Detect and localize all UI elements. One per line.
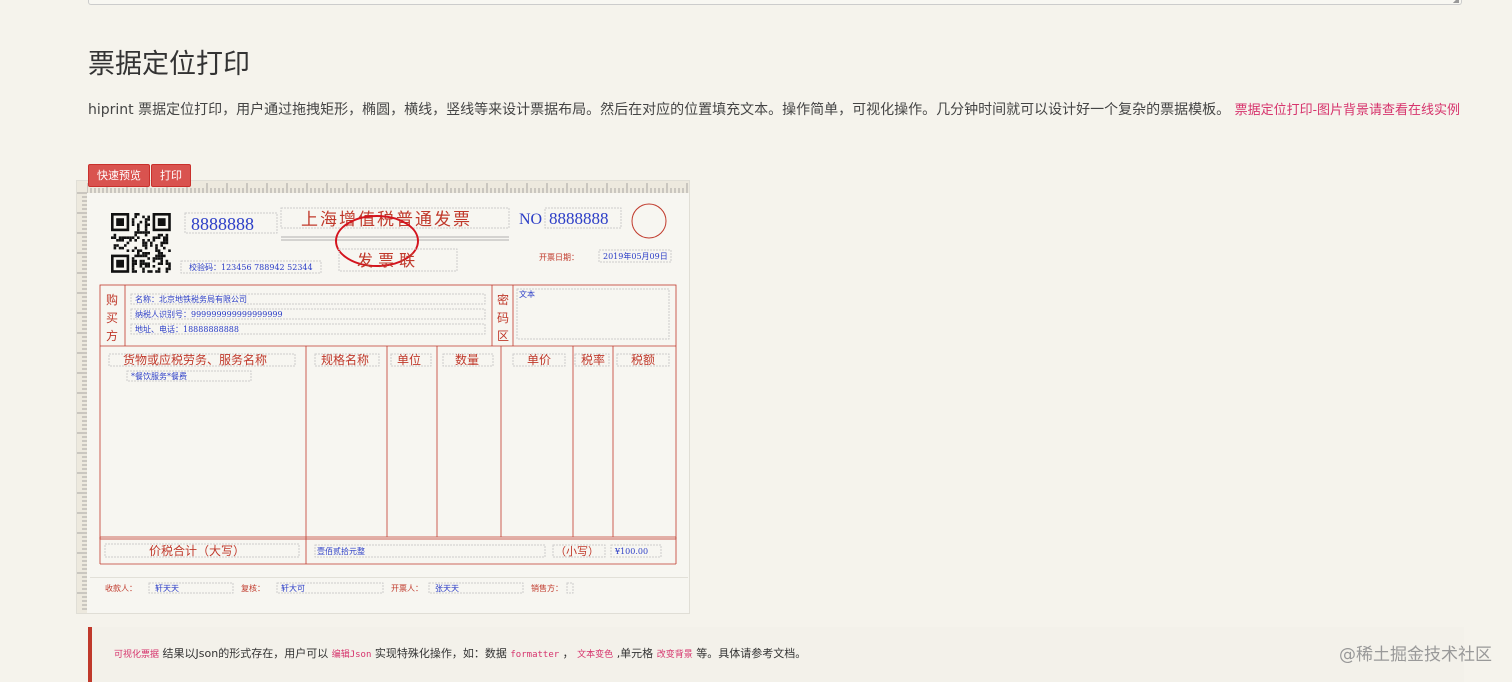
check-code: 校验码：123456 788942 52344	[189, 262, 313, 272]
note-text-3: ，	[562, 647, 574, 660]
design-panel[interactable]: 8888888 上海增值税普通发票 NO 8888888 发 票 联 校验码：1…	[76, 180, 690, 614]
note-tag-formatter: formatter	[510, 650, 560, 660]
issuer-value: 张天天	[435, 584, 459, 593]
buyer-label-2: 买	[106, 311, 118, 325]
note-tag-text-color: 文本变色	[577, 650, 614, 660]
col-unit: 单位	[397, 352, 421, 367]
invoice-no-number: 8888888	[549, 209, 609, 228]
col-rate: 税率	[581, 352, 605, 367]
invoice-no-label: NO	[519, 211, 542, 228]
invoice-frame[interactable]	[99, 284, 677, 540]
cipher-label-2: 码	[497, 311, 509, 325]
note-text: 可视化票据 结果以Json的形式存在，用户可以 编辑Json 实现特殊化操作，如…	[114, 645, 806, 661]
review-label: 复核：	[241, 583, 265, 593]
note-text-2: 实现特殊化操作，如：数据	[374, 647, 507, 660]
col-spec: 规格名称	[321, 352, 369, 367]
note-text-4: ,单元格	[616, 647, 654, 660]
payee-value: 轩天天	[155, 583, 179, 593]
cipher-label-1: 密	[497, 292, 509, 307]
qr-code-icon	[111, 213, 171, 273]
invoice-canvas[interactable]: 8888888 上海增值税普通发票 NO 8888888 发 票 联 校验码：1…	[77, 181, 689, 613]
col-goods: 货物或应税劳务、服务名称	[123, 352, 267, 367]
payee-label: 收款人：	[105, 583, 137, 593]
note-box: 可视化票据 结果以Json的形式存在，用户可以 编辑Json 实现特殊化操作，如…	[88, 627, 1464, 682]
left-ruler	[77, 181, 87, 613]
seal-circle[interactable]	[631, 203, 667, 239]
top-textarea[interactable]: ◢	[88, 0, 1462, 5]
cipher-text: 文本	[519, 289, 535, 299]
print-button[interactable]: 打印	[151, 164, 191, 187]
page-description: hiprint 票据定位打印，用户通过拖拽矩形，椭圆，横线，竖线等来设计票据布局…	[88, 97, 1460, 124]
issuer-label: 开票人：	[391, 584, 423, 593]
total-lower: ¥100.00	[614, 547, 648, 556]
invoice-copy-label: 发 票 联	[357, 251, 415, 270]
cipher-label-3: 区	[497, 329, 509, 343]
review-value: 轩大可	[281, 583, 305, 593]
note-text-1: 结果以Json的形式存在，用户可以	[162, 647, 329, 660]
invoice-code-number: 8888888	[191, 214, 254, 234]
date-value: 2019年05月09日	[603, 251, 668, 261]
invoice-title: 上海增值税普通发票	[301, 210, 472, 230]
watermark: @稀土掘金技术社区	[1339, 645, 1492, 665]
description-text: hiprint 票据定位打印，用户通过拖拽矩形，椭圆，横线，竖线等来设计票据布局…	[88, 102, 1231, 118]
date-label: 开票日期：	[539, 253, 579, 262]
note-tag-background: 改变背景	[656, 650, 693, 660]
buyer-taxid: 纳税人识别号：999999999999999999	[135, 309, 283, 319]
small-label: （小写）	[555, 545, 599, 558]
page-title: 票据定位打印	[88, 49, 250, 80]
buyer-name: 名称：北京地铁税务局有限公司	[135, 294, 247, 304]
note-text-5: 等。具体请参考文档。	[696, 647, 807, 660]
item-row-1: *餐饮服务*餐费	[131, 371, 187, 381]
buyer-label-3: 方	[106, 328, 118, 343]
note-tag-edit-json: 编辑Json	[331, 650, 372, 660]
note-tag-visual: 可视化票据	[114, 650, 160, 660]
col-tax: 税额	[631, 353, 655, 367]
total-upper: 壹佰贰拾元整	[317, 546, 365, 556]
buyer-label-1: 购	[106, 292, 118, 307]
seller-label: 销售方：	[531, 583, 563, 593]
online-demo-link[interactable]: 票据定位打印-图片背景请查看在线实例	[1235, 103, 1460, 118]
quick-preview-button[interactable]: 快速预览	[88, 164, 150, 187]
total-label: 价税合计（大写）	[149, 543, 245, 558]
col-qty: 数量	[455, 352, 479, 367]
col-price: 单价	[527, 353, 551, 367]
resize-handle-icon[interactable]: ◢	[1453, 0, 1459, 4]
buyer-address: 地址、电话：18888888888	[135, 324, 239, 334]
